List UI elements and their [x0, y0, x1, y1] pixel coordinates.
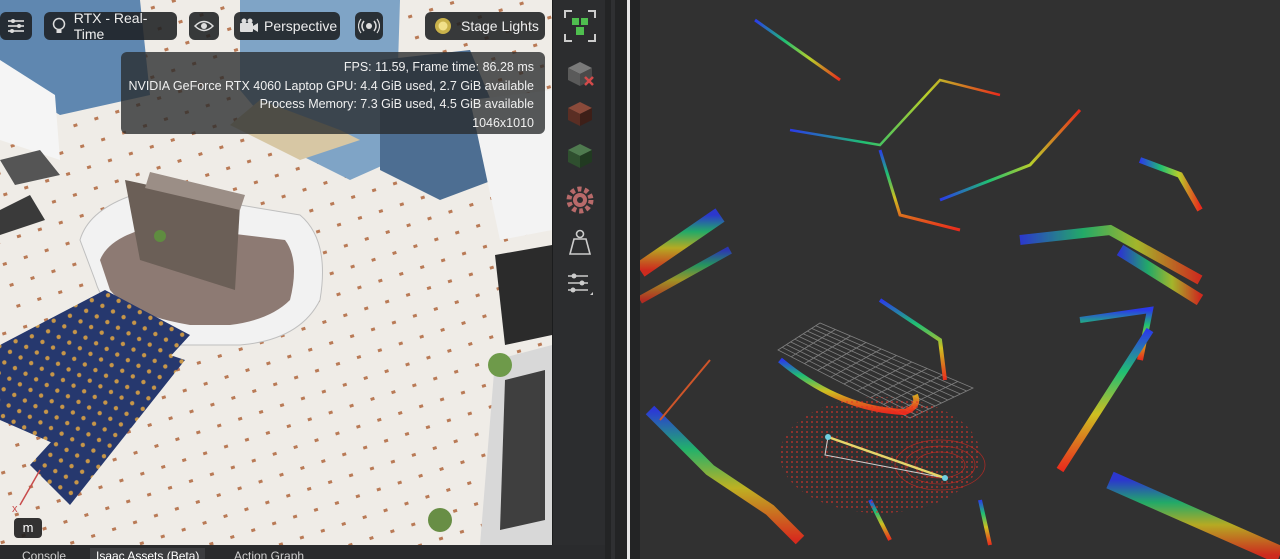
green-cube-button[interactable] — [562, 140, 598, 176]
render-mode-label: RTX - Real-Time — [73, 10, 148, 42]
gpu-line: NVIDIA GeForce RTX 4060 Laptop GPU: 4.4 … — [128, 78, 534, 93]
bottom-tab-bar: Console Isaac Assets (Beta) Action Graph — [0, 545, 605, 559]
settings-button[interactable] — [562, 184, 598, 220]
tab-console[interactable]: Console — [16, 548, 72, 559]
eye-icon — [189, 19, 219, 33]
fps-line: FPS: 11.59, Frame time: 86.28 ms — [343, 60, 534, 74]
lighting-button[interactable]: Stage Lights — [425, 12, 545, 40]
dark-cube-icon — [564, 98, 596, 135]
sun-icon — [425, 16, 461, 36]
broadcast-button[interactable] — [355, 12, 383, 40]
camera-label: Perspective — [264, 18, 338, 34]
stats-overlay: FPS: 11.59, Frame time: 86.28 ms NVIDIA … — [121, 52, 545, 134]
lightbulb-icon — [44, 17, 74, 35]
camera-button[interactable]: Perspective — [234, 12, 340, 40]
gear-icon — [565, 185, 595, 220]
tab-isaac-assets[interactable]: Isaac Assets (Beta) — [90, 548, 206, 559]
viewport-settings-button[interactable] — [0, 12, 32, 40]
resolution-line: 1046x1010 — [472, 115, 534, 130]
lighting-label: Stage Lights — [461, 18, 539, 34]
viewport-3d[interactable]: x RTX - Real-Time Perspective Stage Ligh… — [0, 0, 552, 545]
rviz-3d-view[interactable] — [640, 0, 1280, 559]
green-cube-icon — [564, 140, 596, 177]
side-toolbar — [552, 0, 606, 545]
frame-selection-icon — [563, 9, 597, 48]
frame-selection-button[interactable] — [562, 9, 598, 48]
broadcast-icon — [355, 18, 383, 34]
unit-badge[interactable]: m — [14, 518, 42, 538]
sliders-menu-icon — [566, 271, 594, 302]
property-menu-button[interactable] — [562, 268, 598, 304]
dark-cube-button[interactable] — [562, 98, 598, 134]
panel-splitter[interactable] — [605, 0, 640, 559]
render-mode-button[interactable]: RTX - Real-Time — [44, 10, 177, 42]
visibility-button[interactable] — [189, 12, 219, 40]
mass-weight-icon — [568, 228, 592, 261]
svg-text:x: x — [12, 503, 18, 515]
delete-cube-icon — [564, 58, 596, 95]
memory-line: Process Memory: 7.3 GiB used, 4.5 GiB av… — [259, 97, 534, 111]
point-cloud-render — [640, 18, 1280, 559]
delete-cube-button[interactable] — [562, 58, 598, 94]
tab-action-graph[interactable]: Action Graph — [228, 548, 310, 559]
sliders-icon — [0, 18, 32, 34]
camera-icon — [234, 18, 264, 34]
mass-button[interactable] — [562, 226, 598, 262]
